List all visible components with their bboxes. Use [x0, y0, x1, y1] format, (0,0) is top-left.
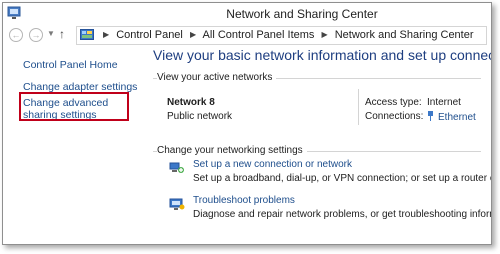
address-bar: ← → ▼ ↑ ▶ Control Panel ▶ All Control Pa… [3, 25, 491, 47]
active-networks-label: View your active networks [157, 72, 277, 83]
change-settings-label: Change your networking settings [157, 145, 307, 156]
window-title: Network and Sharing Center [226, 7, 378, 21]
network-setup-icon [169, 162, 184, 173]
troubleshoot-link[interactable]: Troubleshoot problems [193, 195, 295, 206]
ethernet-link[interactable]: Ethernet [438, 112, 476, 123]
network-type: Public network [167, 111, 233, 122]
network-sharing-window: Network and Sharing Center ← → ▼ ↑ ▶ Con… [2, 2, 492, 245]
sidebar: Control Panel Home Change adapter settin… [3, 47, 143, 244]
main-content: View your basic network information and … [153, 47, 492, 244]
connections-value[interactable]: Ethernet [427, 111, 476, 123]
breadcrumb-separator-icon[interactable]: ▶ [190, 30, 196, 39]
up-button[interactable]: ↑ [59, 27, 65, 41]
highlight-annotation [19, 92, 129, 121]
setup-connection-link[interactable]: Set up a new connection or network [193, 159, 352, 170]
back-button[interactable]: ← [9, 28, 23, 42]
sidebar-item-control-panel-home[interactable]: Control Panel Home [23, 59, 118, 71]
troubleshoot-description: Diagnose and repair network problems, or… [193, 209, 492, 220]
access-type-label: Access type: [365, 97, 422, 108]
access-type-value: Internet [427, 97, 461, 108]
ethernet-icon [428, 111, 433, 121]
troubleshoot-icon [169, 198, 185, 210]
network-name: Network 8 [167, 97, 215, 108]
connections-label: Connections: [365, 111, 424, 122]
page-title: View your basic network information and … [153, 47, 492, 63]
network-info-divider [358, 89, 359, 125]
control-panel-icon [80, 29, 94, 40]
breadcrumb: ▶ Control Panel ▶ All Control Panel Item… [99, 29, 474, 41]
title-bar: Network and Sharing Center [3, 3, 491, 25]
breadcrumb-separator-icon: ▶ [103, 30, 110, 39]
recent-locations-icon[interactable]: ▼ [47, 29, 55, 38]
breadcrumb-control-panel[interactable]: Control Panel [116, 29, 183, 41]
breadcrumb-separator-icon[interactable]: ▶ [322, 30, 328, 39]
forward-button[interactable]: → [29, 28, 43, 42]
breadcrumb-all-items[interactable]: All Control Panel Items [203, 29, 315, 41]
breadcrumb-network-center[interactable]: Network and Sharing Center [335, 29, 474, 41]
address-box[interactable]: ▶ Control Panel ▶ All Control Panel Item… [76, 26, 487, 45]
setup-connection-description: Set up a broadband, dial-up, or VPN conn… [193, 173, 491, 184]
